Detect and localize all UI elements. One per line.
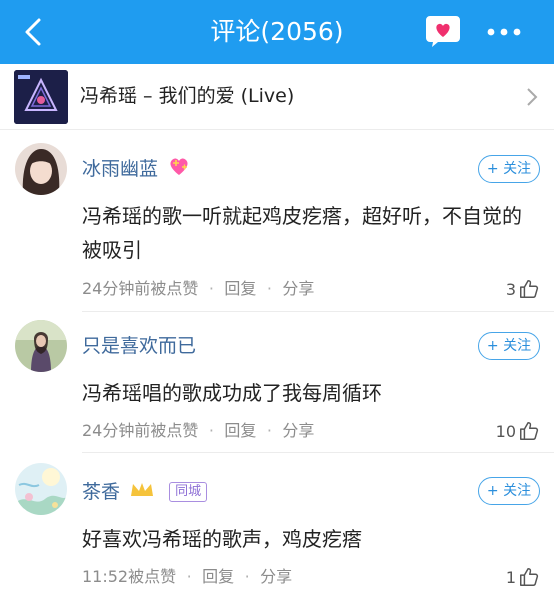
like-button[interactable]: 1 — [506, 564, 540, 590]
thumbs-up-icon — [520, 568, 539, 586]
sparkling-heart-icon — [170, 158, 188, 175]
comment-item: 冰雨幽蓝 + 关注 冯希瑶的歌一听就起鸡皮疙瘩，超好听，不自觉的被吸引 24分钟… — [0, 131, 554, 312]
like-count: 3 — [505, 279, 516, 299]
reply-link[interactable]: 回复 — [224, 421, 256, 440]
album-cover-art — [14, 70, 68, 124]
song-info-row[interactable]: 冯希瑶 – 我们的爱 (Live) — [0, 64, 554, 130]
like-button[interactable]: 3 — [506, 276, 540, 302]
avatar[interactable] — [15, 320, 67, 372]
meta-separator: · — [186, 567, 192, 586]
user-avatar-image — [15, 320, 67, 372]
more-dots-icon — [487, 28, 521, 36]
crown-icon — [131, 483, 154, 496]
user-avatar-image — [15, 143, 67, 195]
nickname-text: 只是喜欢而已 — [82, 335, 197, 357]
chevron-right-icon — [527, 88, 538, 106]
like-count: 10 — [495, 421, 516, 441]
same-city-badge: 同城 — [169, 482, 208, 502]
comment-nickname[interactable]: 只是喜欢而已 — [82, 333, 196, 359]
follow-button[interactable]: + 关注 — [478, 477, 540, 505]
user-avatar-image — [15, 463, 67, 515]
comment-meta: 11:52被点赞 · 回复 · 分享 — [82, 566, 292, 588]
share-link[interactable]: 分享 — [282, 279, 314, 298]
share-link[interactable]: 分享 — [282, 421, 314, 440]
comment-nickname[interactable]: 茶香 同城 — [82, 479, 208, 505]
meta-separator: · — [244, 567, 250, 586]
top-nav-bar: 评论(2056) — [0, 0, 554, 64]
like-count: 1 — [505, 567, 516, 587]
reply-link[interactable]: 回复 — [224, 279, 256, 298]
reply-link[interactable]: 回复 — [202, 567, 234, 586]
follow-button[interactable]: + 关注 — [478, 155, 540, 183]
comment-item: 只是喜欢而已 + 关注 冯希瑶唱的歌成功成了我每周循环 24分钟前被点赞 · 回复 ·… — [0, 312, 554, 453]
heart-message-icon — [426, 16, 460, 47]
comment-text: 冯希瑶的歌一听就起鸡皮疙瘩，超好听，不自觉的被吸引 — [82, 204, 522, 262]
thumbs-up-icon — [520, 280, 539, 298]
comment-text: 冯希瑶唱的歌成功成了我每周循环 — [82, 381, 382, 405]
comment-meta: 24分钟前被点赞 · 回复 · 分享 — [82, 278, 314, 300]
song-title: 冯希瑶 – 我们的爱 (Live) — [80, 85, 295, 107]
comment-time: 24分钟前被点赞 — [82, 279, 199, 298]
meta-separator: · — [266, 279, 272, 298]
comment-item: 茶香 同城 + 关注 好喜欢冯希瑶的歌声，鸡皮疙瘩 11:52被点赞 · 回复 · 分享… — [0, 453, 554, 604]
comment-text: 好喜欢冯希瑶的歌声，鸡皮疙瘩 — [82, 527, 362, 551]
comment-nickname[interactable]: 冰雨幽蓝 — [82, 155, 191, 182]
avatar[interactable] — [15, 463, 67, 515]
meta-separator: · — [208, 421, 214, 440]
comment-time: 24分钟前被点赞 — [82, 421, 199, 440]
heart-message-button[interactable] — [424, 14, 462, 48]
avatar[interactable] — [15, 143, 67, 195]
more-options-button[interactable] — [484, 18, 524, 46]
album-cover — [14, 70, 68, 124]
share-link[interactable]: 分享 — [260, 567, 292, 586]
follow-button[interactable]: + 关注 — [478, 332, 540, 360]
meta-separator: · — [266, 421, 272, 440]
thumbs-up-icon — [520, 422, 539, 440]
comment-meta: 24分钟前被点赞 · 回复 · 分享 — [82, 420, 314, 442]
page-title: 评论(2056) — [210, 17, 344, 46]
comment-time: 11:52被点赞 — [82, 567, 177, 586]
meta-separator: · — [208, 279, 214, 298]
like-button[interactable]: 10 — [496, 418, 540, 444]
nickname-text: 冰雨幽蓝 — [82, 158, 159, 180]
nickname-text: 茶香 — [82, 481, 121, 503]
